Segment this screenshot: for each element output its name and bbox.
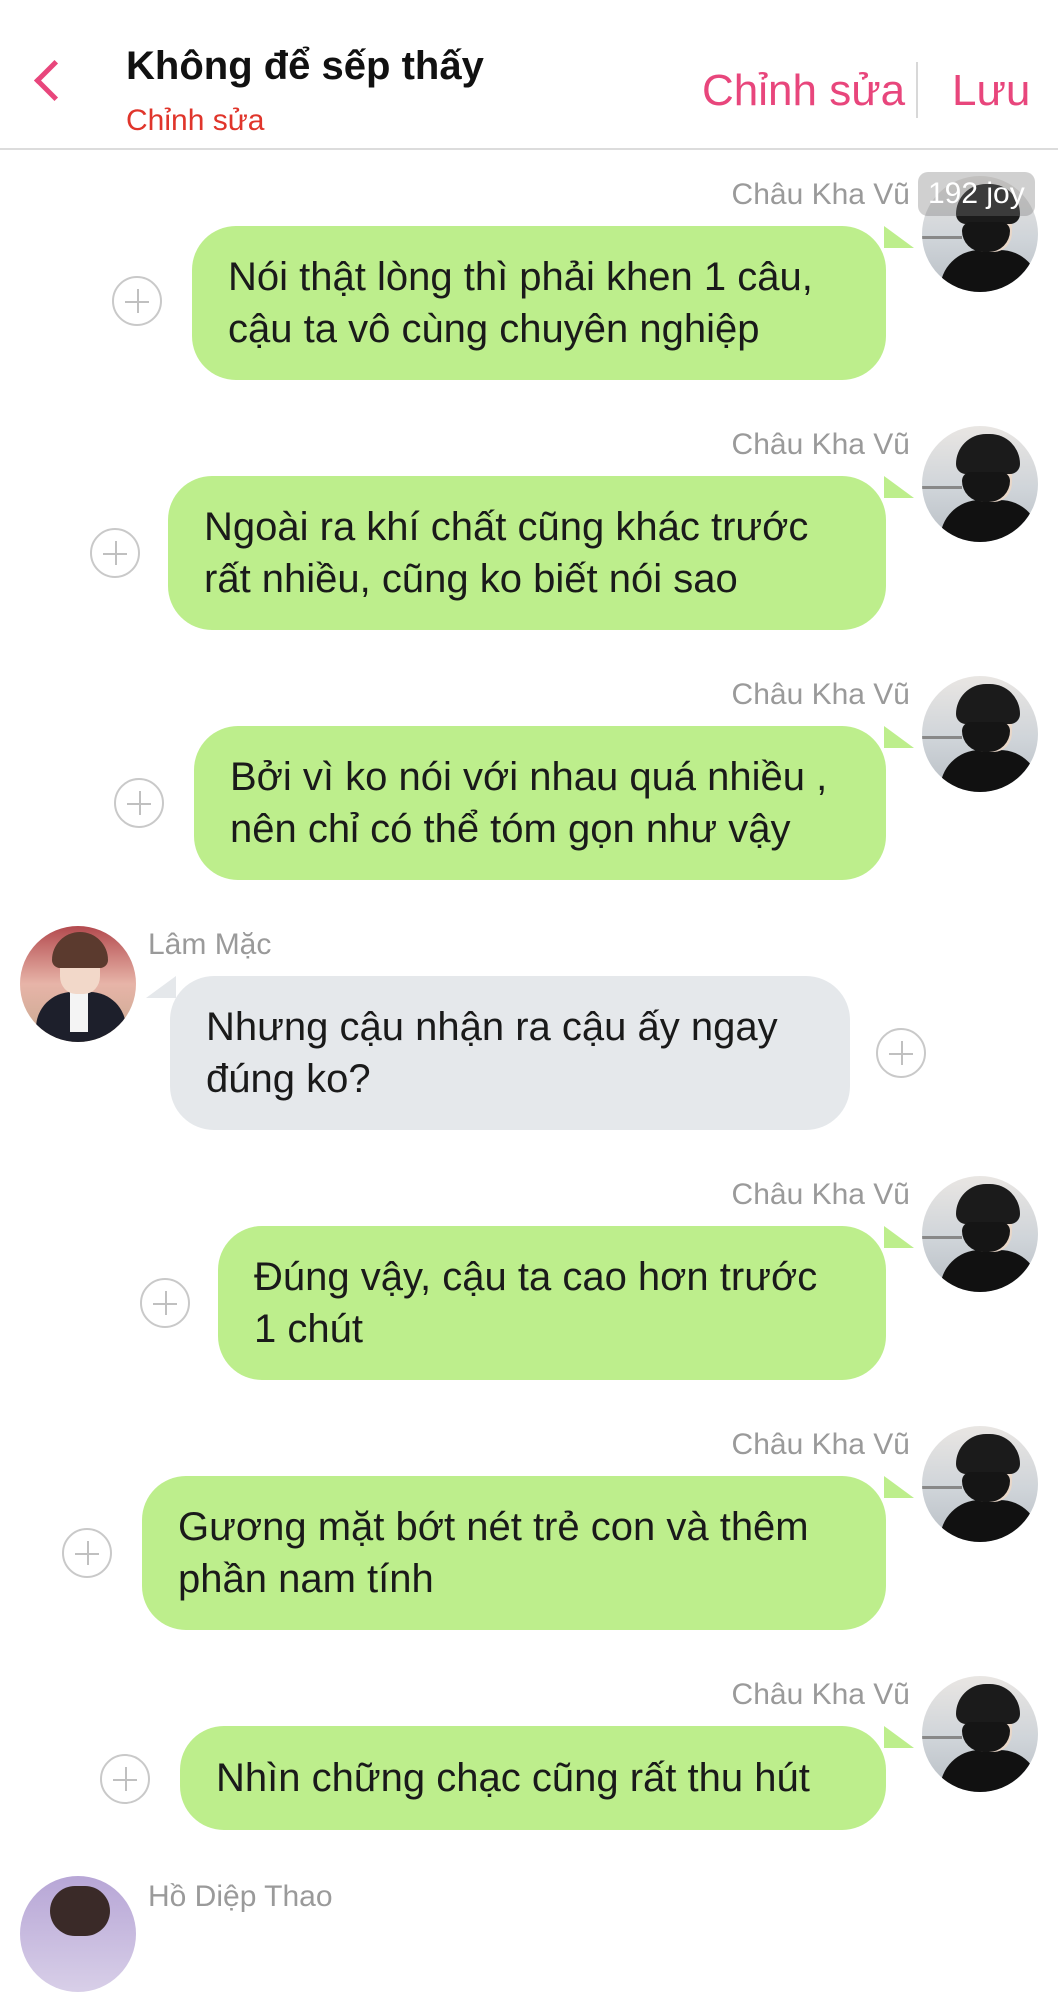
avatar-lam-mac[interactable] xyxy=(20,926,136,1042)
sender-name: Châu Kha Vũ xyxy=(731,1678,910,1711)
avatar-chau-kha-vu[interactable] xyxy=(922,1676,1038,1792)
sender-name: Châu Kha Vũ xyxy=(731,428,910,461)
avatar-chau-kha-vu[interactable] xyxy=(922,426,1038,542)
add-reaction-icon[interactable] xyxy=(62,1528,112,1578)
message-bubble[interactable]: Nhìn chững chạc cũng rất thu hút xyxy=(180,1726,886,1830)
message-line: Nhưng cậu nhận ra cậu ấy ngay xyxy=(206,1005,778,1049)
message-line: 1 chút xyxy=(254,1307,363,1351)
message-line: Bởi vì ko nói với nhau quá nhiều , xyxy=(230,755,828,799)
add-reaction-icon[interactable] xyxy=(140,1278,190,1328)
message-bubble[interactable]: Bởi vì ko nói với nhau quá nhiều , nên c… xyxy=(194,726,886,880)
edit-button[interactable]: Chỉnh sửa xyxy=(702,66,905,116)
message-bubble[interactable]: Nói thật lòng thì phải khen 1 câu, cậu t… xyxy=(192,226,886,380)
message-line: rất nhiều, cũng ko biết nói sao xyxy=(204,557,738,601)
avatar-chau-kha-vu[interactable] xyxy=(922,1176,1038,1292)
message-line: Nhìn chững chạc cũng rất thu hút xyxy=(216,1756,810,1800)
message-bubble[interactable]: Nhưng cậu nhận ra cậu ấy ngay đúng ko? xyxy=(170,976,850,1130)
bubble-tail xyxy=(884,726,914,748)
message-bubble[interactable]: Gương mặt bớt nét trẻ con và thêm phần n… xyxy=(142,1476,886,1630)
bubble-tail xyxy=(884,476,914,498)
add-reaction-icon[interactable] xyxy=(114,778,164,828)
add-reaction-icon[interactable] xyxy=(100,1754,150,1804)
message-line: nên chỉ có thể tóm gọn như vậy xyxy=(230,807,791,851)
sender-name: Châu Kha Vũ xyxy=(731,678,910,711)
bubble-tail xyxy=(146,976,176,998)
bubble-tail xyxy=(884,1226,914,1248)
message-line: Đúng vậy, cậu ta cao hơn trước xyxy=(254,1255,818,1299)
avatar-chau-kha-vu[interactable] xyxy=(922,676,1038,792)
message-line: phần nam tính xyxy=(178,1557,434,1601)
sender-name: Châu Kha Vũ xyxy=(731,1428,910,1461)
message-bubble[interactable]: Đúng vậy, cậu ta cao hơn trước 1 chút xyxy=(218,1226,886,1380)
chat-header: Không để sếp thấy Chỉnh sửa Chỉnh sửa Lư… xyxy=(0,0,1058,150)
sender-name: Lâm Mặc xyxy=(148,928,272,961)
bubble-tail xyxy=(884,1476,914,1498)
chat-title: Không để sếp thấy xyxy=(126,44,484,88)
add-reaction-icon[interactable] xyxy=(112,276,162,326)
chat-subtitle: Chỉnh sửa xyxy=(126,104,265,137)
bubble-tail xyxy=(884,1726,914,1748)
sender-name: Châu Kha Vũ xyxy=(731,1178,910,1211)
avatar-chau-kha-vu[interactable] xyxy=(922,1426,1038,1542)
message-line: đúng ko? xyxy=(206,1057,371,1101)
message-line: Nói thật lòng thì phải khen 1 câu, xyxy=(228,255,813,299)
sender-name: Châu Kha Vũ xyxy=(731,178,910,211)
watermark-badge: 192 joy xyxy=(918,172,1035,216)
avatar-ho-diep-thao[interactable] xyxy=(20,1876,136,1992)
bubble-tail xyxy=(884,226,914,248)
message-line: Ngoài ra khí chất cũng khác trước xyxy=(204,505,809,549)
add-reaction-icon[interactable] xyxy=(876,1028,926,1078)
message-bubble[interactable]: Ngoài ra khí chất cũng khác trước rất nh… xyxy=(168,476,886,630)
header-divider xyxy=(916,62,918,118)
save-button[interactable]: Lưu xyxy=(952,66,1030,116)
back-chevron-icon[interactable] xyxy=(33,59,76,102)
sender-name: Hồ Diệp Thao xyxy=(148,1880,333,1913)
message-line: cậu ta vô cùng chuyên nghiệp xyxy=(228,307,760,351)
add-reaction-icon[interactable] xyxy=(90,528,140,578)
message-line: Gương mặt bớt nét trẻ con và thêm xyxy=(178,1505,809,1549)
